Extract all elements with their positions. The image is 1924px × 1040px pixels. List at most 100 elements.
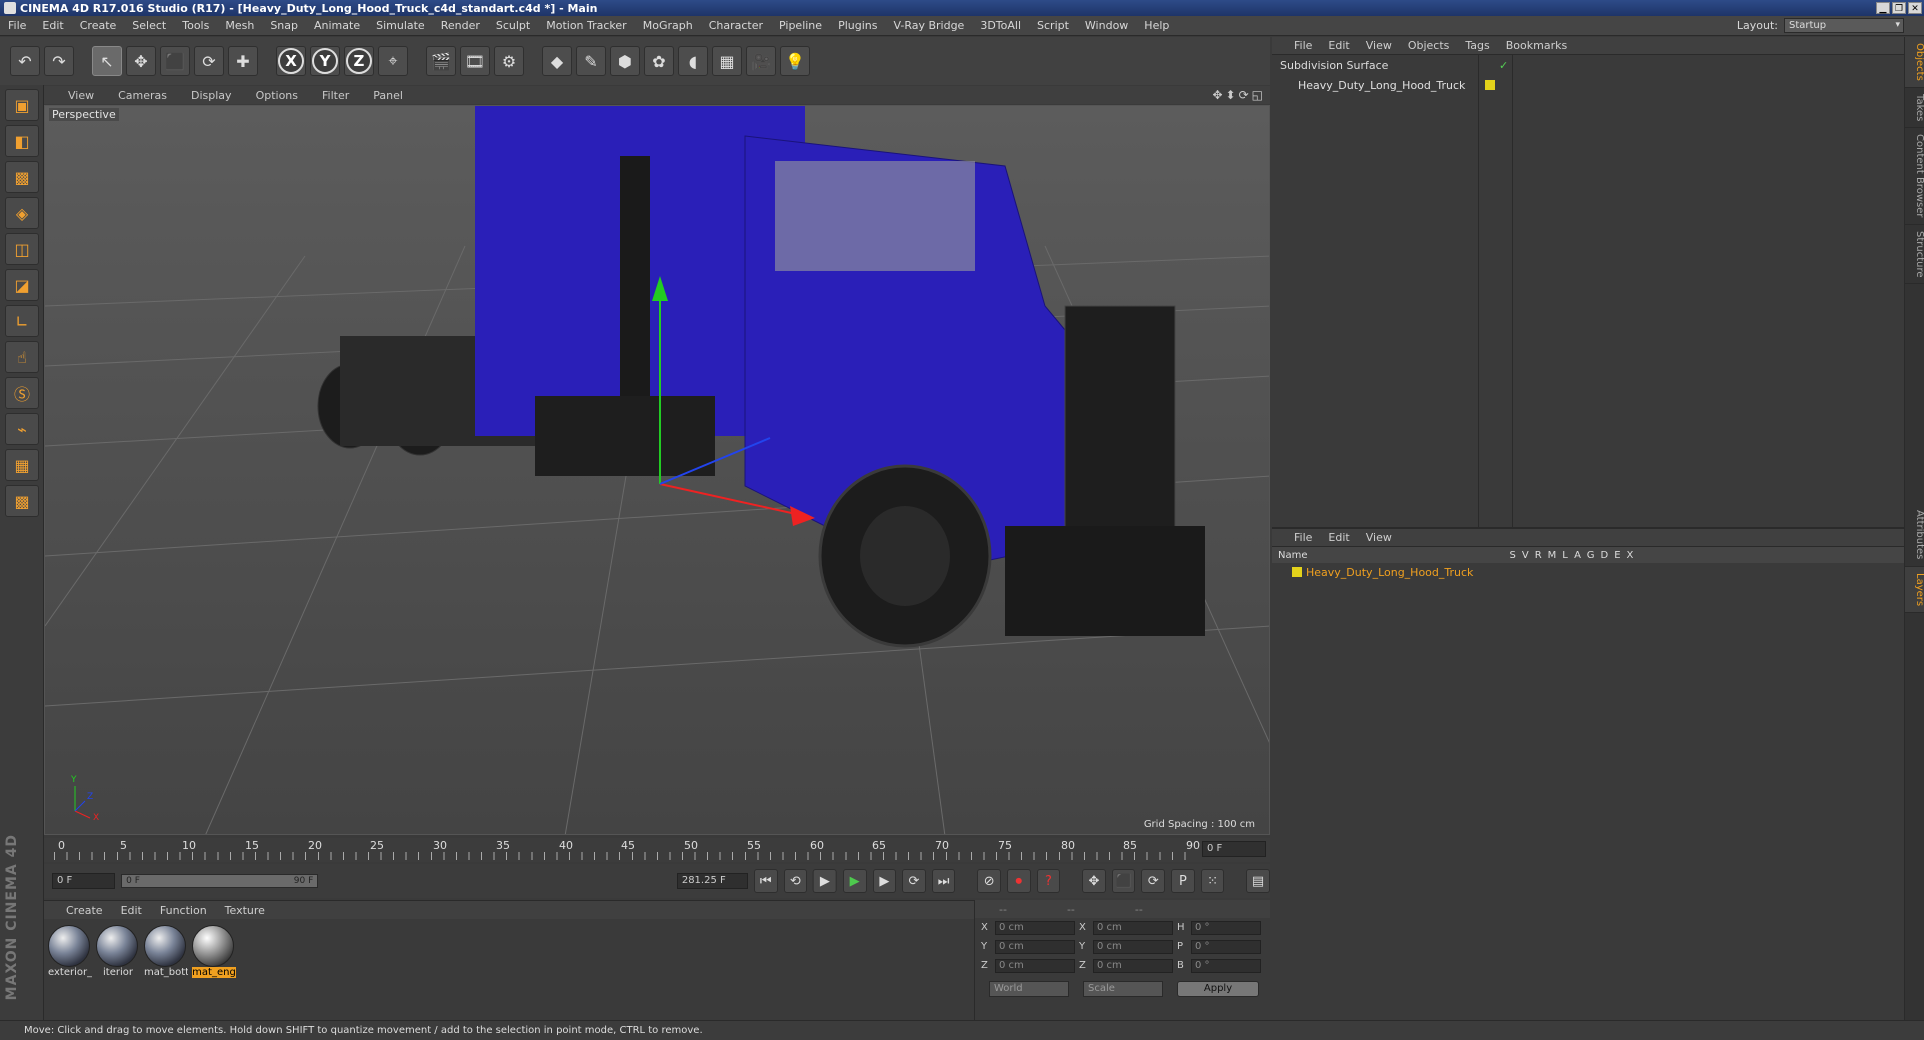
layer-menu-edit[interactable]: Edit (1320, 531, 1357, 544)
viewport-menu-cameras[interactable]: Cameras (106, 89, 179, 102)
material-swatch[interactable]: iterior (96, 925, 140, 978)
size-z-field[interactable]: 0 cm (1093, 958, 1173, 973)
key-scale-icon[interactable]: ⬛ (1111, 869, 1136, 893)
rotation-h-field[interactable]: 0 ° (1191, 920, 1261, 935)
array-generator-icon[interactable]: ✿ (644, 46, 674, 76)
previous-frame-icon[interactable]: ◀ (813, 869, 837, 893)
menu-mesh[interactable]: Mesh (217, 19, 262, 32)
position-z-field[interactable]: 0 cm (995, 958, 1075, 973)
key-position-icon[interactable]: ✥ (1082, 869, 1106, 893)
solo-mode-icon[interactable]: Ⓢ (5, 377, 39, 409)
material-swatch[interactable]: exterior_ (48, 925, 92, 978)
menu-snap[interactable]: Snap (262, 19, 306, 32)
viewport-menu-panel[interactable]: Panel (361, 89, 415, 102)
key-pla-icon[interactable]: ⁙ (1200, 869, 1225, 893)
position-x-field[interactable]: 0 cm (995, 920, 1075, 935)
viewport-menu-display[interactable]: Display (179, 89, 244, 102)
perspective-viewport[interactable]: Y X Z Perspective Grid Spacing : 100 cm (44, 105, 1270, 835)
object-menu-tags[interactable]: Tags (1457, 39, 1497, 52)
keyframe-selection-icon[interactable]: ? (1036, 869, 1061, 893)
menu-pipeline[interactable]: Pipeline (771, 19, 830, 32)
render-view-icon[interactable]: 🎬 (426, 46, 456, 76)
object-menu-edit[interactable]: Edit (1320, 39, 1357, 52)
menu-3dtoall[interactable]: 3DToAll (972, 19, 1029, 32)
axis-z-lock-button[interactable]: Z (346, 48, 372, 74)
object-menu-bookmarks[interactable]: Bookmarks (1498, 39, 1575, 52)
tab-objects[interactable]: Objects (1905, 37, 1924, 88)
polygons-mode-icon[interactable]: ∟ (5, 305, 39, 337)
close-button[interactable]: ✕ (1908, 2, 1922, 14)
menu-window[interactable]: Window (1077, 19, 1136, 32)
material-swatch-selected[interactable]: mat_eng (192, 925, 236, 978)
preview-range-slider[interactable]: 0 F 90 F (121, 874, 319, 888)
workplane-lock-icon[interactable]: ▦ (5, 449, 39, 481)
apply-button[interactable]: Apply (1177, 981, 1259, 997)
object-row-subdivision-surface[interactable]: Subdivision Surface ✓ (1272, 55, 1904, 75)
key-parameter-icon[interactable]: P (1171, 869, 1195, 893)
camera-icon[interactable]: 🎥 (746, 46, 776, 76)
tab-structure[interactable]: Structure (1905, 225, 1924, 285)
menu-select[interactable]: Select (124, 19, 174, 32)
layout-dropdown[interactable]: Startup (1784, 18, 1904, 33)
layer-row[interactable]: Heavy_Duty_Long_Hood_Truck (1272, 563, 1904, 581)
autokeying-icon[interactable]: ⏺ (1006, 869, 1031, 893)
light-icon[interactable]: 💡 (780, 46, 810, 76)
menu-script[interactable]: Script (1029, 19, 1077, 32)
rotate-tool-icon[interactable]: ⟳ (194, 46, 224, 76)
model-mode-icon[interactable]: ◧ (5, 125, 39, 157)
size-x-field[interactable]: 0 cm (1093, 920, 1173, 935)
key-rotation-icon[interactable]: ⟳ (1141, 869, 1166, 893)
menu-help[interactable]: Help (1136, 19, 1177, 32)
timeline-end-frame-field[interactable]: 0 F (1202, 841, 1266, 857)
cube-primitive-icon[interactable]: ◆ (542, 46, 572, 76)
workplane-mode-icon[interactable]: ◈ (5, 197, 39, 229)
material-menu-edit[interactable]: Edit (113, 904, 152, 917)
material-menu-texture[interactable]: Texture (217, 904, 275, 917)
go-to-end-icon[interactable]: ⏭ (931, 869, 956, 893)
object-menu-objects[interactable]: Objects (1400, 39, 1458, 52)
axis-x-lock-button[interactable]: X (278, 48, 304, 74)
timeline-ruler[interactable]: 0 5 10 15 20 25 30 35 40 45 50 55 60 65 … (44, 838, 1270, 862)
render-picture-viewer-icon[interactable]: 🎞 (460, 46, 490, 76)
viewport-menu-filter[interactable]: Filter (310, 89, 361, 102)
object-menu-file[interactable]: File (1286, 39, 1320, 52)
tab-attributes[interactable]: Attributes (1905, 504, 1924, 567)
axis-y-lock-button[interactable]: Y (312, 48, 338, 74)
scale-tool-icon[interactable]: ⬛ (160, 46, 190, 76)
make-editable-icon[interactable]: ▣ (5, 89, 39, 121)
material-menu-create[interactable]: Create (58, 904, 113, 917)
coordinate-system-dropdown[interactable]: World (989, 981, 1069, 997)
render-settings-icon[interactable]: ⚙ (494, 46, 524, 76)
timeline-window-icon[interactable]: ▤ (1246, 869, 1270, 893)
material-menu-function[interactable]: Function (152, 904, 217, 917)
floor-icon[interactable]: ▦ (712, 46, 742, 76)
menu-plugins[interactable]: Plugins (830, 19, 885, 32)
tab-layers[interactable]: Layers (1905, 566, 1924, 613)
edges-mode-icon[interactable]: ◪ (5, 269, 39, 301)
live-selection-icon[interactable]: ↖ (92, 46, 122, 76)
redo-icon[interactable]: ↷ (44, 46, 74, 76)
truck-model[interactable] (317, 106, 1205, 648)
menu-create[interactable]: Create (72, 19, 125, 32)
object-row-truck[interactable]: Heavy_Duty_Long_Hood_Truck (1272, 75, 1904, 95)
subdivision-nurbs-icon[interactable]: ⬢ (610, 46, 640, 76)
tweak-mode-icon[interactable]: ☝ (5, 341, 39, 373)
grid-icon[interactable]: ▩ (5, 485, 39, 517)
pen-spline-icon[interactable]: ✎ (576, 46, 606, 76)
texture-mode-icon[interactable]: ▩ (5, 161, 39, 193)
rotation-p-field[interactable]: 0 ° (1191, 939, 1261, 954)
next-key-icon[interactable]: ⟳ (902, 869, 926, 893)
menu-mograph[interactable]: MoGraph (635, 19, 701, 32)
menu-animate[interactable]: Animate (306, 19, 368, 32)
menu-simulate[interactable]: Simulate (368, 19, 433, 32)
world-coordinates-icon[interactable]: ⌖ (378, 46, 408, 76)
position-y-field[interactable]: 0 cm (995, 939, 1075, 954)
maximize-button[interactable]: ❐ (1892, 2, 1906, 14)
menu-character[interactable]: Character (701, 19, 771, 32)
record-active-objects-icon[interactable]: ⊘ (977, 869, 1001, 893)
menu-file[interactable]: File (0, 19, 34, 32)
viewport-menu-view[interactable]: View (56, 89, 106, 102)
layer-menu-file[interactable]: File (1286, 531, 1320, 544)
move-tool-icon[interactable]: ✥ (126, 46, 156, 76)
minimize-button[interactable]: ▁ (1876, 2, 1890, 14)
